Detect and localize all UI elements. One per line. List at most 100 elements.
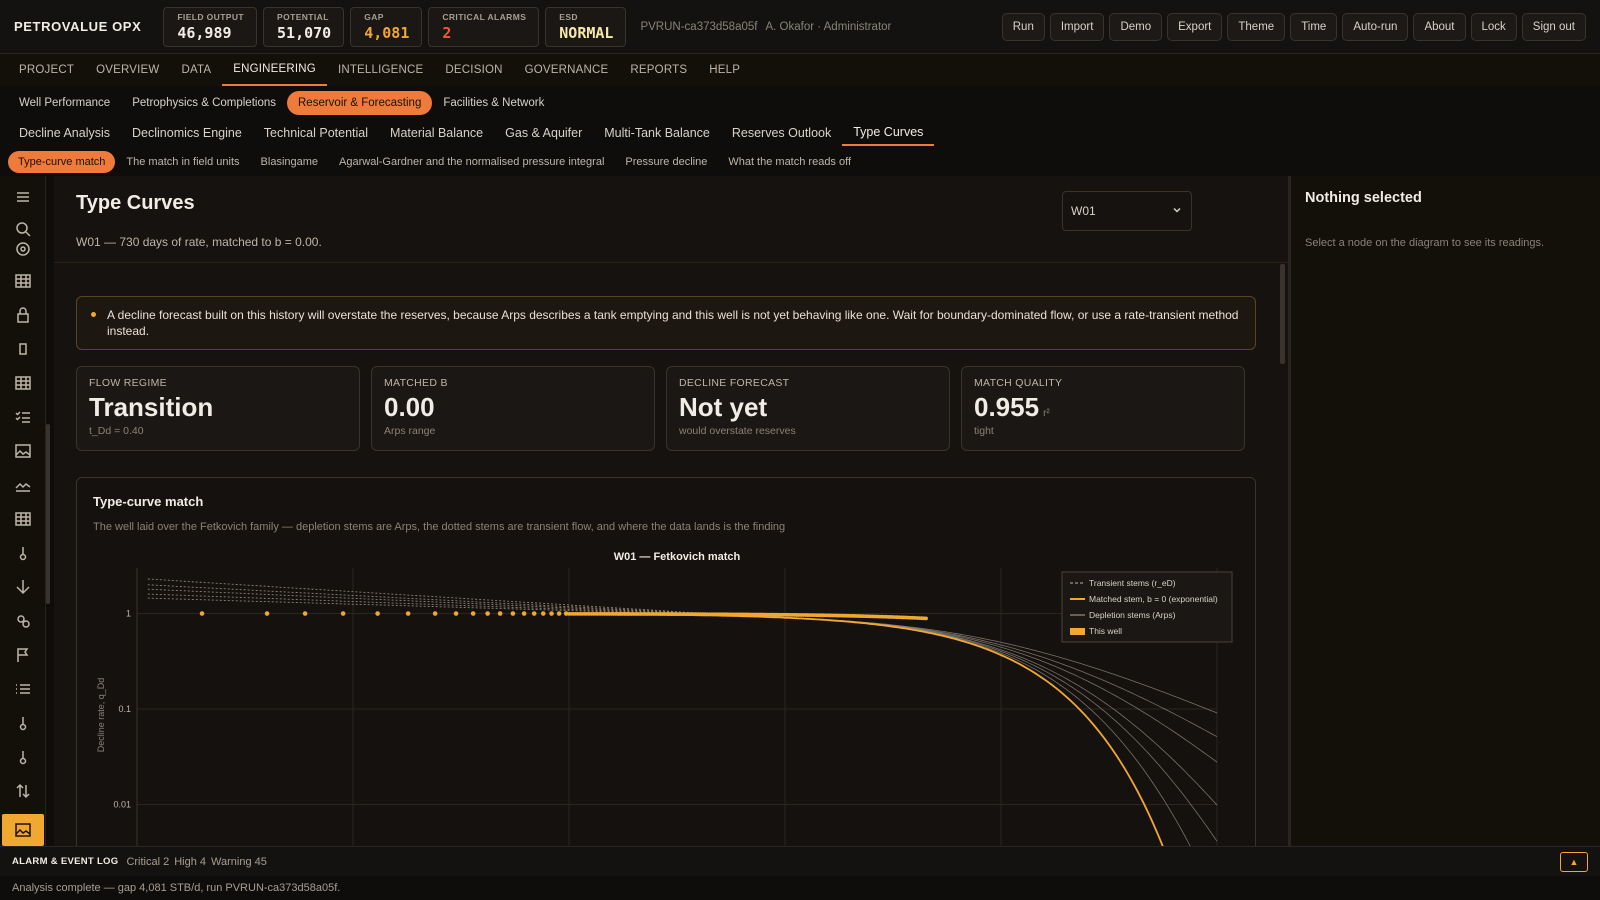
kpi-label: POTENTIAL	[277, 11, 329, 22]
arrow-down-icon[interactable]	[12, 576, 34, 598]
section-well-performance[interactable]: Well Performance	[8, 91, 121, 115]
expand-log-button[interactable]: ▲	[1560, 852, 1588, 872]
nav-engineering[interactable]: ENGINEERING	[222, 54, 327, 86]
card-match-quality: MATCH QUALITY 0.955 r² tight	[961, 366, 1245, 451]
depletion-stem	[569, 613, 1218, 806]
nav-help[interactable]: HELP	[698, 54, 751, 86]
well-data-point	[497, 611, 503, 616]
section-petrophysics[interactable]: Petrophysics & Completions	[121, 91, 287, 115]
demo-button[interactable]: Demo	[1109, 12, 1163, 41]
alarm-count-high[interactable]: High 4	[174, 856, 206, 868]
search-icon[interactable]	[12, 218, 34, 240]
card-value-text: Transition	[89, 392, 214, 422]
checklist-icon[interactable]	[12, 406, 34, 428]
kpi-critical-alarms[interactable]: CRITICAL ALARMS 2	[428, 6, 540, 47]
well-data-point	[199, 611, 205, 616]
tool-nav: Decline Analysis Declinomics Engine Tech…	[0, 120, 935, 146]
legend-swatch-well	[1070, 628, 1085, 635]
lock-icon[interactable]	[12, 304, 34, 326]
swap-icon[interactable]	[12, 780, 34, 802]
transient-stem	[147, 588, 742, 617]
run-button[interactable]: Run	[1001, 12, 1045, 41]
y-tick-label: 0.01	[113, 800, 131, 810]
tab-decline-analysis[interactable]: Decline Analysis	[8, 120, 121, 146]
tab-reserves-outlook[interactable]: Reserves Outlook	[721, 120, 842, 146]
kpi-label: CRITICAL ALARMS	[442, 11, 527, 22]
image-icon[interactable]	[12, 440, 34, 462]
nav-data[interactable]: DATA	[170, 54, 222, 86]
export-button[interactable]: Export	[1167, 12, 1223, 41]
well-data-point	[302, 611, 308, 616]
list-icon[interactable]	[12, 678, 34, 700]
tab-type-curves[interactable]: Type Curves	[842, 120, 935, 146]
brand-logo: PETROVALUE OPX	[14, 19, 142, 34]
section-reservoir-forecasting[interactable]: Reservoir & Forecasting	[287, 91, 433, 115]
nav-governance[interactable]: GOVERNANCE	[514, 54, 620, 86]
view-blasingame[interactable]: Blasingame	[251, 151, 328, 173]
well-data-point	[521, 611, 527, 616]
sign-out-button[interactable]: Sign out	[1521, 12, 1586, 41]
tab-multi-tank-balance[interactable]: Multi-Tank Balance	[593, 120, 721, 146]
kpi-esd: ESD NORMAL	[545, 6, 627, 47]
area-chart-icon[interactable]	[12, 474, 34, 496]
main-scrollbar[interactable]	[1280, 264, 1285, 364]
grid-icon[interactable]	[12, 270, 34, 292]
view-type-curve-match[interactable]: Type-curve match	[8, 151, 116, 173]
grid-icon[interactable]	[12, 372, 34, 394]
nav-project[interactable]: PROJECT	[8, 54, 85, 86]
tab-gas-aquifer[interactable]: Gas & Aquifer	[494, 120, 593, 146]
import-button[interactable]: Import	[1049, 12, 1105, 41]
alarm-count-critical[interactable]: Critical 2	[126, 856, 169, 868]
card-label: DECLINE FORECAST	[679, 377, 790, 389]
well-data-point	[531, 611, 537, 616]
thermometer-icon[interactable]	[12, 542, 34, 564]
tab-material-balance[interactable]: Material Balance	[379, 120, 494, 146]
nav-intelligence[interactable]: INTELLIGENCE	[327, 54, 434, 86]
gauge-icon[interactable]	[12, 238, 34, 260]
phone-icon[interactable]	[12, 338, 34, 360]
menu-icon[interactable]	[12, 186, 34, 208]
fetkovich-chart[interactable]: W01 — Fetkovich match Decline rate, q_Dd…	[77, 540, 1257, 846]
view-agarwal-gardner[interactable]: Agarwal-Gardner and the normalised press…	[329, 151, 614, 173]
about-button[interactable]: About	[1413, 12, 1466, 41]
tab-technical-potential[interactable]: Technical Potential	[253, 120, 379, 146]
inspector-subtitle: Select a node on the diagram to see its …	[1305, 237, 1545, 249]
thermometer-icon[interactable]	[12, 712, 34, 734]
nav-decision[interactable]: DECISION	[434, 54, 513, 86]
well-data-point	[540, 611, 546, 616]
page-title: Type Curves	[76, 192, 195, 214]
well-data-point	[405, 611, 411, 616]
nav-overview[interactable]: OVERVIEW	[85, 54, 170, 86]
section-facilities-network[interactable]: Facilities & Network	[432, 91, 555, 115]
view-match-reads-off[interactable]: What the match reads off	[718, 151, 861, 173]
grid-icon[interactable]	[12, 508, 34, 530]
nav-reports[interactable]: REPORTS	[619, 54, 698, 86]
rail-scrollbar[interactable]	[46, 424, 50, 604]
tab-declinomics-engine[interactable]: Declinomics Engine	[121, 120, 253, 146]
type-curve-chart-panel: Type-curve match The well laid over the …	[76, 477, 1256, 846]
theme-button[interactable]: Theme	[1227, 12, 1286, 41]
gears-icon[interactable]	[12, 610, 34, 632]
legend-label-depletion: Depletion stems (Arps)	[1089, 610, 1176, 620]
status-text: Analysis complete — gap 4,081 STB/d, run…	[12, 882, 341, 894]
thermometer-icon[interactable]	[12, 746, 34, 768]
view-pressure-decline[interactable]: Pressure decline	[615, 151, 717, 173]
kpi-label: GAP	[364, 11, 384, 22]
y-tick-labels: 10.10.010.001	[113, 609, 131, 810]
alarm-count-warning[interactable]: Warning 45	[211, 856, 267, 868]
well-select[interactable]: W01	[1062, 191, 1192, 231]
well-data-point	[549, 611, 554, 616]
card-value-text: 0.955	[974, 392, 1040, 422]
lock-button[interactable]: Lock	[1470, 12, 1517, 41]
matched-stem	[569, 613, 1164, 846]
view-match-field-units[interactable]: The match in field units	[116, 151, 249, 173]
well-data-point	[264, 611, 270, 616]
well-data-point	[556, 611, 562, 616]
card-label: FLOW REGIME	[89, 377, 167, 389]
view-nav: Type-curve match The match in field unit…	[0, 151, 862, 173]
auto-run-button[interactable]: Auto-run	[1342, 12, 1409, 41]
image-icon[interactable]	[2, 814, 44, 846]
time-button[interactable]: Time	[1290, 12, 1338, 41]
flag-icon[interactable]	[12, 644, 34, 666]
chart-panel-title: Type-curve match	[93, 494, 204, 509]
